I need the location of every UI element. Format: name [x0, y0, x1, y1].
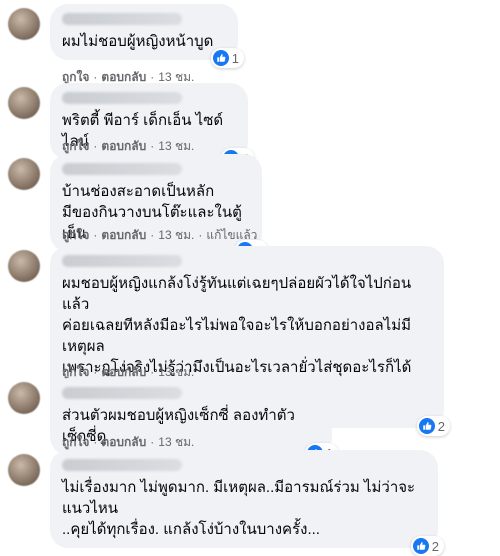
reaction-count[interactable]: 2 — [416, 416, 450, 436]
timestamp[interactable]: 13 ชม. — [158, 435, 194, 449]
comment-actions: ถูกใจ · ตอบกลับ · 13 ชม. · แก้ไขแล้ว — [62, 226, 257, 245]
comment-text: ผมไม่ชอบผู้หญิงหน้าบูด — [62, 33, 214, 50]
reaction-number: 2 — [437, 418, 445, 434]
author-name-blurred[interactable] — [62, 255, 182, 267]
separator-dot: · — [93, 70, 98, 84]
like-link[interactable]: ถูกใจ — [62, 365, 89, 379]
separator-dot: · — [93, 139, 98, 153]
timestamp[interactable]: 13 ชม. — [158, 365, 194, 379]
separator-dot: · — [93, 228, 98, 242]
timestamp[interactable]: 13 ชม. — [158, 139, 194, 153]
reply-link[interactable]: ตอบกลับ — [101, 435, 146, 449]
separator-dot: · — [150, 139, 155, 153]
author-name-blurred[interactable] — [62, 387, 182, 399]
author-name-blurred[interactable] — [62, 459, 182, 471]
like-link[interactable]: ถูกใจ — [62, 70, 89, 84]
avatar[interactable] — [8, 87, 40, 119]
comment-text: ไม่เรื่องมาก ไม่พูดมาก. มีเหตุผล..มีอารม… — [62, 479, 416, 538]
reply-link[interactable]: ตอบกลับ — [101, 139, 146, 153]
like-link[interactable]: ถูกใจ — [62, 435, 89, 449]
avatar[interactable] — [8, 454, 40, 486]
separator-dot: · — [150, 365, 155, 379]
like-link[interactable]: ถูกใจ — [62, 139, 89, 153]
reaction-count[interactable]: 2 — [410, 536, 444, 556]
avatar[interactable] — [8, 8, 40, 40]
separator-dot: · — [93, 435, 98, 449]
like-icon — [412, 538, 429, 554]
timestamp[interactable]: 13 ชม. — [158, 228, 194, 242]
author-name-blurred[interactable] — [62, 13, 182, 25]
author-name-blurred[interactable] — [62, 92, 182, 104]
avatar[interactable] — [8, 250, 40, 282]
comment-bubble: ไม่เรื่องมาก ไม่พูดมาก. มีเหตุผล..มีอารม… — [50, 450, 444, 556]
like-link[interactable]: ถูกใจ — [62, 228, 89, 242]
reply-link[interactable]: ตอบกลับ — [101, 70, 146, 84]
separator-dot: · — [150, 435, 155, 449]
comment-bubble: ผมไม่ชอบผู้หญิงหน้าบูด 1 — [50, 4, 244, 68]
avatar[interactable] — [8, 382, 40, 414]
like-icon — [418, 418, 435, 434]
reaction-number: 1 — [231, 50, 239, 66]
separator-dot: · — [150, 228, 155, 242]
edited-label[interactable]: แก้ไขแล้ว — [206, 228, 257, 242]
separator-dot: · — [150, 70, 155, 84]
separator-dot: · — [198, 228, 203, 242]
reply-link[interactable]: ตอบกลับ — [101, 228, 146, 242]
reaction-number: 2 — [431, 538, 439, 554]
reaction-count[interactable]: 1 — [210, 48, 244, 68]
author-name-blurred[interactable] — [62, 163, 182, 175]
timestamp[interactable]: 13 ชม. — [158, 70, 194, 84]
reply-link[interactable]: ตอบกลับ — [101, 365, 146, 379]
like-icon — [212, 50, 229, 66]
separator-dot: · — [93, 365, 98, 379]
avatar[interactable] — [8, 158, 40, 190]
